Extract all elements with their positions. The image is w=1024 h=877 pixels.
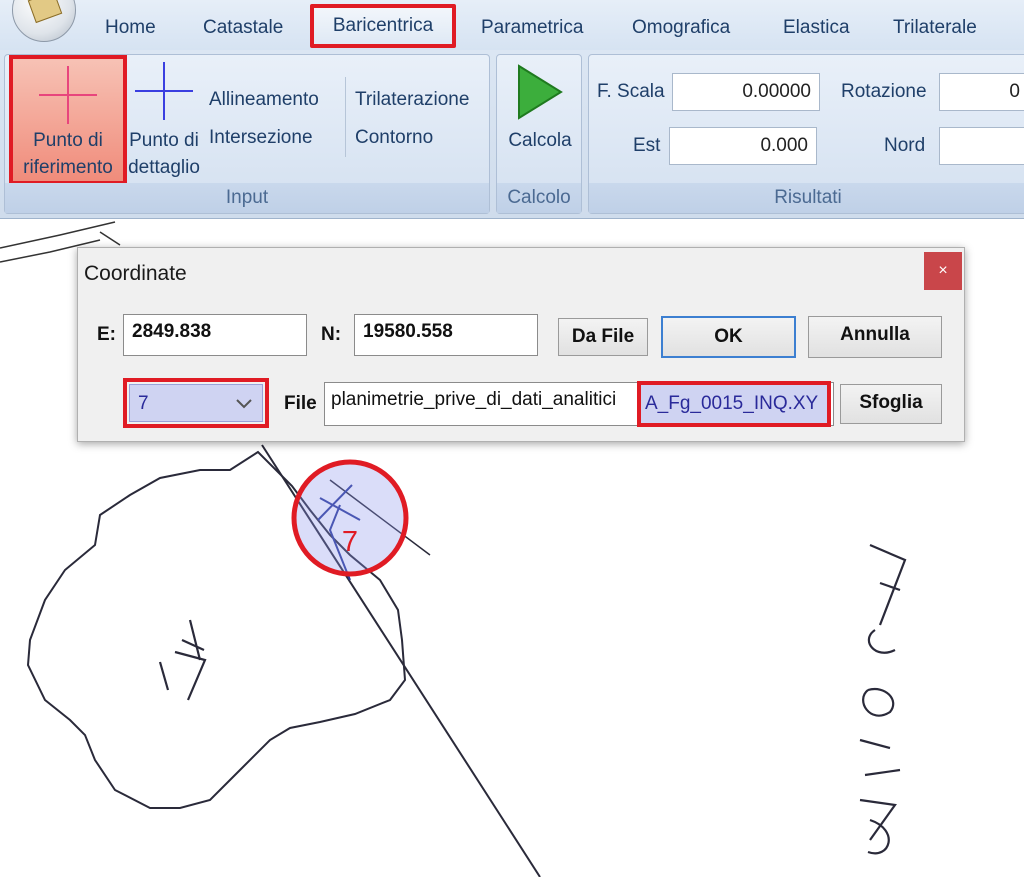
risultati-group: F. Scala 0.00000 Rotazione 0 Est 0.000 N… <box>588 54 1024 214</box>
application-menu-button[interactable] <box>12 0 76 42</box>
tab-baricentrica[interactable]: Baricentrica <box>310 4 456 48</box>
crosshair-blue-icon <box>135 62 193 120</box>
file-path-prefix: planimetrie_prive_di_dati_analitici <box>331 389 617 410</box>
coordinate-dialog: Coordinate × E: 2849.838 N: 19580.558 Da… <box>77 247 965 442</box>
tab-elastica[interactable]: Elastica <box>783 17 850 39</box>
e-label: E: <box>97 324 116 345</box>
separator <box>345 77 346 157</box>
tab-omografica[interactable]: Omografica <box>632 17 730 39</box>
annulla-button[interactable]: Annulla <box>808 316 942 358</box>
tab-catastale[interactable]: Catastale <box>203 17 283 39</box>
est-field[interactable]: 0.000 <box>669 127 817 165</box>
punto-riferimento-button[interactable]: Punto di riferimento <box>9 55 127 185</box>
n-label: N: <box>321 324 342 345</box>
nord-field[interactable] <box>939 127 1024 165</box>
ribbon-tab-bar: Home Catastale Baricentrica Parametrica … <box>0 0 1024 50</box>
point-select[interactable]: 7 <box>129 384 263 422</box>
allineamento-button[interactable]: Allineamento <box>209 89 319 111</box>
da-file-button[interactable]: Da File <box>558 318 648 356</box>
rotazione-field[interactable]: 0 <box>939 73 1024 111</box>
punto-dettaglio-label: Punto di dettaglio <box>128 130 200 178</box>
calcola-label: Calcola <box>508 130 572 151</box>
ok-button[interactable]: OK <box>661 316 796 358</box>
rotazione-label: Rotazione <box>841 81 927 102</box>
risultati-group-label: Risultati <box>589 183 1024 213</box>
point-select-value: 7 <box>138 393 149 414</box>
e-field[interactable]: 2849.838 <box>123 314 307 356</box>
chevron-down-icon <box>236 399 252 409</box>
tab-baricentrica-label: Baricentrica <box>332 15 434 36</box>
nord-label: Nord <box>884 135 926 156</box>
calcolo-group-label: Calcolo <box>497 183 581 213</box>
calcolo-group: Calcola Calcolo <box>496 54 582 214</box>
trilaterazione-button[interactable]: Trilaterazione <box>355 89 469 111</box>
n-field[interactable]: 19580.558 <box>354 314 538 356</box>
punto-dettaglio-button[interactable]: Punto di dettaglio <box>123 55 205 185</box>
marker-label: 7 <box>342 526 358 558</box>
f-scala-label: F. Scala <box>597 81 665 102</box>
ribbon: Home Catastale Baricentrica Parametrica … <box>0 0 1024 219</box>
tab-parametrica[interactable]: Parametrica <box>481 17 583 39</box>
input-group-label: Input <box>5 183 489 213</box>
file-label: File <box>284 393 317 414</box>
calcola-button[interactable]: Calcola <box>497 55 583 180</box>
file-path-suffix: A_Fg_0015_INQ.XY <box>637 381 831 427</box>
f-scala-field[interactable]: 0.00000 <box>672 73 820 111</box>
play-icon <box>518 64 563 120</box>
punto-riferimento-label: Punto di riferimento <box>23 130 113 178</box>
input-group: Punto di riferimento Punto di dettaglio Al… <box>4 54 490 214</box>
close-icon[interactable]: × <box>924 252 962 290</box>
contorno-button[interactable]: Contorno <box>355 127 433 149</box>
tab-trilaterale[interactable]: Trilaterale <box>893 17 977 39</box>
intersezione-button[interactable]: Intersezione <box>209 127 313 149</box>
app-logo-icon <box>27 0 63 24</box>
sfoglia-button[interactable]: Sfoglia <box>840 384 942 424</box>
est-label: Est <box>633 135 661 156</box>
dialog-title: Coordinate <box>84 262 187 285</box>
tab-home[interactable]: Home <box>105 17 156 39</box>
crosshair-pink-icon <box>39 66 97 124</box>
